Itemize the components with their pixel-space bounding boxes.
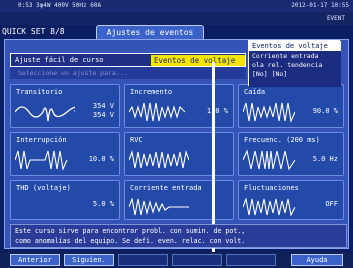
cell-label: THD (voltaje)	[16, 184, 71, 192]
cell-value: 5.0 %	[92, 200, 114, 208]
easy-setting-label: Ajuste fácil de curso	[15, 56, 104, 64]
popup-title: Eventos de voltaje	[249, 41, 341, 51]
mode-status-bar: EVENT	[0, 12, 353, 25]
cell-label: Transitorio	[16, 88, 63, 96]
dip-wave-icon	[243, 102, 295, 123]
inrush-wave-icon	[129, 198, 189, 216]
cell-label: Frecuenc. (200 ms)	[244, 136, 320, 144]
cell-value: 354 V 354 V	[92, 102, 114, 119]
function-key-4[interactable]	[172, 254, 222, 266]
function-key-5[interactable]	[226, 254, 276, 266]
help-line: Este curso sirve para encontrar probl. c…	[15, 227, 246, 235]
easy-setting-popup: Eventos de voltaje Corriente entrada ola…	[248, 40, 341, 87]
help-button[interactable]: Ayuda	[291, 254, 343, 266]
easy-setting-dropdown[interactable]: Eventos de voltaje	[151, 55, 245, 66]
datetime-text: 2012-01-17 10:55	[291, 2, 349, 9]
topbar-text: 0:53 3φ4W 400V 50Hz 60A	[18, 2, 102, 9]
cell-dip[interactable]: Caída 90.0 %	[238, 84, 344, 128]
background-row: Seleccione un ajuste para...	[10, 67, 246, 79]
tab-row: QUICK SET 8/8 Ajustes de eventos	[0, 25, 353, 39]
cell-label: RVC	[130, 136, 143, 144]
cell-rvc[interactable]: RVC	[124, 132, 234, 176]
cell-label: Interrupción	[16, 136, 67, 144]
cell-value: 110 %	[206, 107, 228, 115]
popup-line: [No] [No]	[252, 70, 288, 78]
next-button[interactable]: Siguien.	[64, 254, 114, 266]
event-indicator: EVENT	[326, 15, 345, 22]
cell-label: Corriente entrada	[130, 184, 202, 192]
popup-body: Corriente entrada ola rel. tendencia [No…	[249, 51, 341, 87]
cell-label: Caída	[244, 88, 266, 96]
help-line: como anomalías del equipo. Se defi. even…	[15, 237, 246, 245]
help-text-box: Este curso sirve para encontrar probl. c…	[10, 224, 347, 248]
cell-inrush-current[interactable]: Corriente entrada	[124, 180, 234, 220]
top-status-bar: 0:53 3φ4W 400V 50Hz 60A 2012-01-17 10:55	[0, 0, 353, 12]
easy-setting-row[interactable]: Ajuste fácil de curso Eventos de voltaje	[10, 53, 246, 67]
flicker-wave-icon	[243, 198, 295, 216]
cell-value: 10.0 %	[88, 155, 114, 163]
popup-line: Corriente entrada	[252, 52, 319, 60]
frequency-wave-icon	[243, 149, 295, 171]
swell-wave-icon	[129, 102, 185, 122]
cell-swell[interactable]: Incremento 110 %	[124, 84, 234, 128]
cell-flicker[interactable]: Fluctuaciones OFF	[238, 180, 344, 220]
cell-value: 5.0 Hz	[312, 155, 338, 163]
function-key-3[interactable]	[118, 254, 168, 266]
cell-value: OFF	[325, 200, 338, 208]
tab-event-settings[interactable]: Ajustes de eventos	[96, 25, 204, 39]
interruption-wave-icon	[15, 150, 68, 171]
popup-line: ola rel. tendencia	[252, 61, 323, 69]
cell-transient[interactable]: Transitorio 354 V 354 V	[10, 84, 120, 128]
function-key-bar: Anterior Siguien. Ayuda	[0, 252, 353, 268]
cell-interruption[interactable]: Interrupción 10.0 %	[10, 132, 120, 176]
rvc-wave-icon	[129, 149, 189, 169]
cell-value: 90.0 %	[312, 107, 338, 115]
quickset-label: QUICK SET 8/8	[2, 27, 65, 36]
previous-button[interactable]: Anterior	[10, 254, 60, 266]
cell-frequency[interactable]: Frecuenc. (200 ms) 5.0 Hz	[238, 132, 344, 176]
cell-label: Incremento	[130, 88, 173, 96]
cell-label: Fluctuaciones	[244, 184, 299, 192]
cell-thd-voltage[interactable]: THD (voltaje) 5.0 %	[10, 180, 120, 220]
transient-wave-icon	[15, 106, 75, 122]
